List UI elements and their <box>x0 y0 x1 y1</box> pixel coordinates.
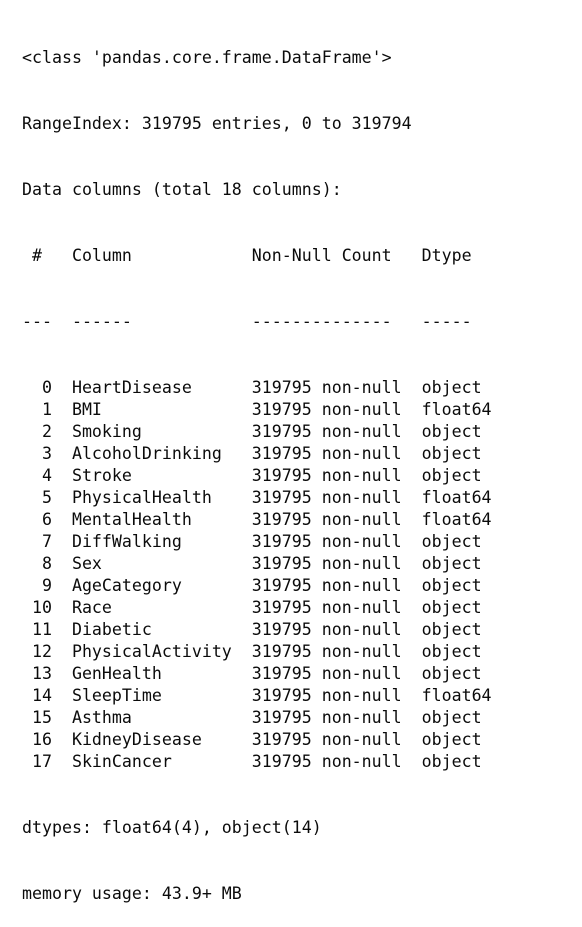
range-index-line: RangeIndex: 319795 entries, 0 to 319794 <box>22 114 412 133</box>
column-row: 16 KidneyDisease 319795 non-null object <box>22 730 482 749</box>
column-row: 17 SkinCancer 319795 non-null object <box>22 752 482 771</box>
header-separator-line: --- ------ -------------- ----- <box>22 312 492 331</box>
column-row: 11 Diabetic 319795 non-null object <box>22 620 482 639</box>
column-row: 1 BMI 319795 non-null float64 <box>22 400 492 419</box>
column-row: 9 AgeCategory 319795 non-null object <box>22 576 482 595</box>
memory-usage-line: memory usage: 43.9+ MB <box>22 884 242 903</box>
column-row: 12 PhysicalActivity 319795 non-null obje… <box>22 642 482 661</box>
column-row: 2 Smoking 319795 non-null object <box>22 422 482 441</box>
column-headers-line: # Column Non-Null Count Dtype <box>22 246 492 265</box>
column-row: 13 GenHealth 319795 non-null object <box>22 664 482 683</box>
column-row: 4 Stroke 319795 non-null object <box>22 466 482 485</box>
column-row: 10 Race 319795 non-null object <box>22 598 482 617</box>
dataframe-info-output: <class 'pandas.core.frame.DataFrame'> Ra… <box>22 3 492 927</box>
column-row: 5 PhysicalHealth 319795 non-null float64 <box>22 488 492 507</box>
column-row: 3 AlcoholDrinking 319795 non-null object <box>22 444 482 463</box>
column-rows: 0 HeartDisease 319795 non-null object 1 … <box>22 377 492 773</box>
column-row: 14 SleepTime 319795 non-null float64 <box>22 686 492 705</box>
data-columns-line: Data columns (total 18 columns): <box>22 180 342 199</box>
column-row: 7 DiffWalking 319795 non-null object <box>22 532 482 551</box>
column-row: 0 HeartDisease 319795 non-null object <box>22 378 482 397</box>
column-row: 6 MentalHealth 319795 non-null float64 <box>22 510 492 529</box>
column-row: 15 Asthma 319795 non-null object <box>22 708 482 727</box>
column-row: 8 Sex 319795 non-null object <box>22 554 482 573</box>
class-line: <class 'pandas.core.frame.DataFrame'> <box>22 48 392 67</box>
dtypes-line: dtypes: float64(4), object(14) <box>22 818 322 837</box>
